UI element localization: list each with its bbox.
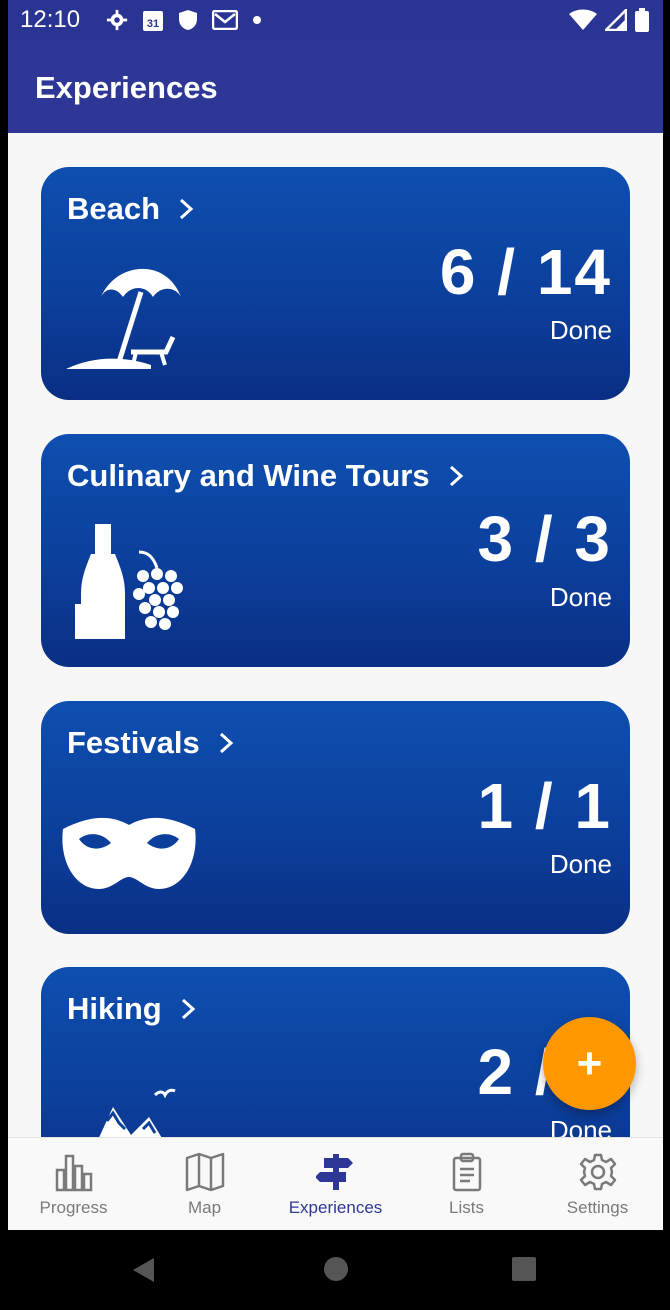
- beach-umbrella-icon: [66, 268, 181, 369]
- bar-chart-icon: [55, 1154, 92, 1192]
- mountain-icon: [99, 1088, 176, 1137]
- nav-label-lists: Lists: [449, 1198, 484, 1217]
- nav-item-progress[interactable]: Progress: [8, 1138, 139, 1230]
- signal-icon: [605, 9, 627, 31]
- battery-icon: [635, 8, 649, 32]
- nav-label-map: Map: [187, 1198, 222, 1217]
- signpost-icon: [315, 1154, 353, 1190]
- recents-icon[interactable]: [511, 1256, 537, 1282]
- card-count: 3 / 3: [477, 503, 612, 575]
- map-icon: [185, 1152, 224, 1192]
- card-done-label: Done: [549, 315, 612, 345]
- gmail-icon: [212, 10, 238, 30]
- card-done-label: Done: [549, 849, 612, 879]
- experience-card-beach[interactable]: Beach 6 / 14 Done: [41, 167, 630, 400]
- card-done-label: Done: [549, 1115, 612, 1137]
- settings-icon: [579, 1153, 616, 1191]
- add-experience-button[interactable]: +: [543, 1017, 636, 1110]
- calendar-day: 31: [147, 18, 159, 30]
- status-bar: 12:10 31: [8, 0, 663, 40]
- shield-icon: [179, 10, 197, 30]
- wifi-icon: [569, 9, 597, 30]
- system-navigation-bar: [0, 1230, 670, 1310]
- chevron-right-icon: [181, 998, 195, 1020]
- nav-item-map[interactable]: Map: [139, 1138, 270, 1230]
- card-title: Hiking: [67, 991, 162, 1026]
- nav-label-settings: Settings: [566, 1198, 629, 1217]
- app-bar: Experiences: [8, 40, 663, 133]
- gear-icon: [106, 9, 128, 31]
- back-icon[interactable]: [130, 1256, 158, 1284]
- card-title: Culinary and Wine Tours: [67, 458, 430, 493]
- experience-card-festivals[interactable]: Festivals 1 / 1 Done: [41, 701, 630, 934]
- mask-icon: [62, 817, 196, 889]
- experience-card-culinary[interactable]: Culinary and Wine Tours 3 / 3 Done: [41, 434, 630, 667]
- experience-list[interactable]: Beach 6 / 14 Done Culinary and Wine Tour…: [8, 133, 663, 1137]
- home-icon[interactable]: [323, 1256, 349, 1282]
- page-title: Experiences: [35, 70, 218, 105]
- dot-icon: [253, 16, 261, 24]
- nav-item-lists[interactable]: Lists: [401, 1138, 532, 1230]
- bottom-navigation: Progress Map Experiences Lists Settings: [8, 1137, 663, 1230]
- nav-label-experiences: Experiences: [288, 1198, 383, 1217]
- card-done-label: Done: [549, 582, 612, 612]
- status-time: 12:10: [20, 6, 81, 33]
- card-count: 6 / 14: [439, 236, 612, 308]
- nav-label-progress: Progress: [39, 1198, 108, 1217]
- chevron-right-icon: [449, 465, 463, 487]
- nav-item-experiences[interactable]: Experiences: [270, 1138, 401, 1230]
- nav-item-settings[interactable]: Settings: [532, 1138, 663, 1230]
- card-title: Beach: [67, 191, 161, 226]
- chevron-right-icon: [219, 732, 233, 754]
- calendar-icon: 31: [143, 11, 163, 31]
- card-count: 1 / 1: [477, 770, 612, 842]
- experience-card-hiking[interactable]: Hiking 2 / 4 Done: [41, 967, 630, 1137]
- chevron-right-icon: [180, 198, 194, 220]
- clipboard-icon: [452, 1152, 481, 1192]
- plus-icon: +: [576, 1038, 603, 1088]
- card-title: Festivals: [67, 725, 200, 760]
- wine-grapes-icon: [75, 524, 183, 639]
